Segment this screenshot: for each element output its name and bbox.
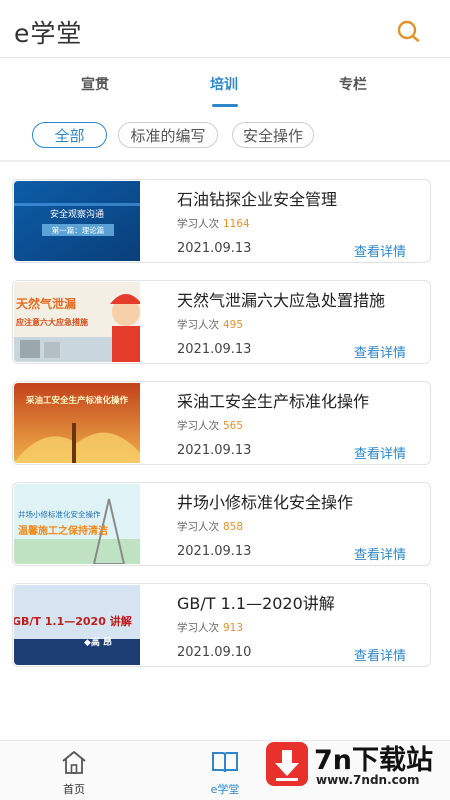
course-title: GB/T 1.1—2020讲解 — [177, 594, 335, 613]
thumb-subtext: 第一篇：理论篇 — [52, 225, 105, 235]
course-card[interactable]: 天然气泄漏 应注意六大应急措施 天然气泄漏六大应急处置措施 学习人次 495 20… — [12, 280, 431, 364]
course-card[interactable]: GB/T 1.1—2020 讲解 ◆高 昂 GB/T 1.1—2020讲解 学习… — [12, 583, 431, 667]
course-card[interactable]: 井场小修标准化安全操作 温馨施工之保持清洁 井场小修标准化安全操作 学习人次 85… — [12, 482, 431, 566]
learner-number: 913 — [223, 622, 244, 634]
tab-xuanguan[interactable]: 宣贯 — [81, 74, 109, 94]
course-date: 2021.09.13 — [177, 342, 252, 357]
learner-count: 学习人次 495 — [177, 317, 243, 332]
active-tab-indicator — [212, 104, 238, 107]
course-thumbnail: 采油工安全生产标准化操作 — [14, 383, 140, 463]
view-details-link[interactable]: 查看详情 — [354, 544, 406, 563]
learner-number: 495 — [223, 319, 244, 331]
learner-label: 学习人次 — [177, 622, 219, 634]
thumb-subtext: 应注意六大应急措施 — [16, 317, 88, 327]
thumb-text: 井场小修标准化安全操作 — [18, 509, 101, 519]
divider — [0, 160, 450, 162]
view-details-link[interactable]: 查看详情 — [354, 645, 406, 664]
home-icon[interactable] — [60, 749, 88, 775]
view-details-link[interactable]: 查看详情 — [354, 443, 406, 462]
course-date: 2021.09.13 — [177, 241, 252, 256]
header: e学堂 — [0, 0, 450, 58]
thumb-text: 采油工安全生产标准化操作 — [25, 395, 129, 406]
view-details-link[interactable]: 查看详情 — [354, 342, 406, 361]
download-icon — [266, 742, 308, 786]
learner-count: 学习人次 858 — [177, 519, 243, 534]
search-icon[interactable] — [396, 18, 422, 44]
course-date: 2021.09.13 — [177, 544, 252, 559]
learner-label: 学习人次 — [177, 218, 219, 230]
course-title: 采油工安全生产标准化操作 — [177, 392, 370, 411]
learner-number: 858 — [223, 521, 244, 533]
tab-zhuanlan[interactable]: 专栏 — [339, 74, 367, 94]
nav-e-xuetang-label: e学堂 — [210, 783, 240, 796]
learner-count: 学习人次 565 — [177, 418, 243, 433]
course-thumbnail: 天然气泄漏 应注意六大应急措施 — [14, 282, 140, 362]
course-thumbnail: GB/T 1.1—2020 讲解 ◆高 昂 — [14, 585, 140, 665]
course-thumbnail: 井场小修标准化安全操作 温馨施工之保持清洁 — [14, 484, 140, 564]
view-details-link[interactable]: 查看详情 — [354, 241, 406, 260]
filter-standard-writing[interactable]: 标准的编写 — [118, 122, 218, 148]
watermark: 7n下载站 www.7ndn.com — [262, 736, 442, 792]
book-icon[interactable] — [211, 749, 239, 775]
thumb-text: GB/T 1.1—2020 讲解 — [14, 614, 132, 628]
course-title: 井场小修标准化安全操作 — [177, 493, 354, 512]
tab-peixun[interactable]: 培训 — [210, 74, 238, 94]
course-card[interactable]: 采油工安全生产标准化操作 采油工安全生产标准化操作 学习人次 565 2021.0… — [12, 381, 431, 465]
course-date: 2021.09.10 — [177, 645, 252, 660]
thumb-subtext: ◆高 昂 — [84, 636, 112, 648]
watermark-name: 7n下载站 — [314, 745, 434, 776]
nav-home[interactable]: 首页 — [34, 741, 114, 800]
app-title: e学堂 — [14, 19, 83, 48]
nav-home-label: 首页 — [63, 783, 85, 796]
learner-label: 学习人次 — [177, 521, 219, 533]
learner-label: 学习人次 — [177, 319, 219, 331]
course-thumbnail: 安全观察沟通 第一篇：理论篇 — [14, 181, 140, 261]
learner-count: 学习人次 913 — [177, 620, 243, 635]
learner-number: 565 — [223, 420, 244, 432]
learner-count: 学习人次 1164 — [177, 216, 250, 231]
learner-number: 1164 — [223, 218, 250, 230]
nav-e-xuetang[interactable]: e学堂 — [185, 741, 265, 800]
watermark-url: www.7ndn.com — [316, 773, 420, 787]
course-date: 2021.09.13 — [177, 443, 252, 458]
course-card[interactable]: 安全观察沟通 第一篇：理论篇 石油钻探企业安全管理 学习人次 1164 2021.… — [12, 179, 431, 263]
thumb-subtext: 温馨施工之保持清洁 — [18, 524, 108, 537]
thumb-text: 安全观察沟通 — [50, 208, 104, 220]
thumb-text: 天然气泄漏 — [16, 296, 76, 311]
filter-safety-operation[interactable]: 安全操作 — [232, 122, 314, 148]
course-title: 天然气泄漏六大应急处置措施 — [177, 291, 386, 310]
course-title: 石油钻探企业安全管理 — [177, 190, 338, 209]
app-root: e学堂 宣贯 培训 专栏 全部 标准的编写 安全操作 安全观察沟通 第一篇：理论… — [0, 0, 450, 800]
search-button[interactable] — [396, 18, 422, 44]
learner-label: 学习人次 — [177, 420, 219, 432]
filter-all[interactable]: 全部 — [32, 122, 107, 148]
tab-bar: 宣贯 培训 专栏 — [0, 60, 450, 106]
